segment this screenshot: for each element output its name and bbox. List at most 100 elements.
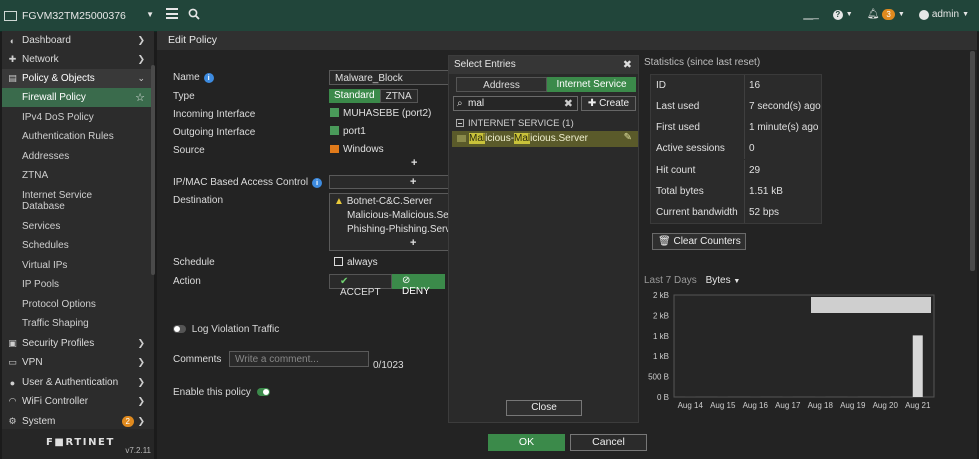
stat-row: Hit count 29 <box>651 160 821 181</box>
sidebar-item-label: Policy & Objects <box>22 73 95 84</box>
comments-input[interactable]: Write a comment... <box>229 351 369 367</box>
type-ztna-option[interactable]: ZTNA <box>379 89 418 103</box>
chart-bar <box>815 396 826 397</box>
chart-bar <box>912 335 923 397</box>
close-icon[interactable]: ✖ <box>623 58 632 71</box>
sidebar-item-schedules[interactable]: Schedules <box>2 236 154 255</box>
star-icon[interactable]: ☆ <box>135 91 145 104</box>
log-violation-toggle[interactable] <box>173 325 186 333</box>
sidebar-item-dashboard[interactable]: ◐ Dashboard ❯ <box>2 31 154 50</box>
outgoing-interface-value[interactable]: port1 <box>330 126 366 137</box>
help-menu[interactable]: ? ▼ <box>832 9 853 20</box>
y-tick-label: 1 kB <box>653 352 669 361</box>
select-entries-title: Select Entries <box>454 59 516 70</box>
statistics-title: Statistics (since last reset) <box>644 57 761 68</box>
sidebar-item-ip-pools[interactable]: IP Pools <box>2 275 154 294</box>
sidebar-item-protocol-options[interactable]: Protocol Options <box>2 295 154 314</box>
sidebar-item-wifi-controller[interactable]: ◠ WiFi Controller ❯ <box>2 392 154 411</box>
sidebar-scrollbar[interactable] <box>151 65 155 275</box>
sidebar-item-security-profiles[interactable]: ▣ Security Profiles ❯ <box>2 334 154 353</box>
info-icon[interactable]: i <box>312 178 323 188</box>
select-entries-header: Select Entries ✖ <box>449 56 638 74</box>
info-icon[interactable]: i <box>203 73 214 83</box>
stat-row: Active sessions 0 <box>651 138 821 159</box>
tab-internet-service[interactable]: Internet Service <box>547 77 636 92</box>
user-menu[interactable]: admin ▼ <box>918 9 969 20</box>
comments-counter: 0/1023 <box>373 360 404 371</box>
ipmac-field[interactable]: + <box>329 175 449 189</box>
schedule-value[interactable]: always <box>334 257 378 268</box>
entry-malicious-server[interactable]: Malicious-Malicious.Server ✎ <box>452 131 638 147</box>
chevron-down-icon: ▼ <box>733 278 741 285</box>
entries-search-input[interactable]: ⌕ mal ✖ <box>453 96 578 111</box>
edit-icon[interactable]: ✎ <box>624 132 632 143</box>
sidebar: ◐ Dashboard ❯ ✚ Network ❯ ▤ Policy & Obj… <box>2 31 155 459</box>
gear-icon: ⚙ <box>8 416 17 426</box>
chevron-down-icon: ▼ <box>897 11 905 18</box>
action-deny-option[interactable]: ⊘ DENY <box>392 274 445 297</box>
sidebar-item-label: VPN <box>22 357 43 368</box>
sidebar-item-user-authentication[interactable]: ● User & Authentication ❯ <box>2 373 154 392</box>
source-value[interactable]: Windows <box>330 144 384 155</box>
cancel-button[interactable]: Cancel <box>570 434 647 451</box>
destination-item[interactable]: ▲ Botnet-C&C.Server <box>334 196 432 207</box>
type-label: Type <box>173 91 195 102</box>
bytes-chart: 0 B 500 B 1 kB 1 kB 2 kB 2 kB Aug 14 Aug 15 Aug … <box>648 291 935 410</box>
sidebar-item-vpn[interactable]: ▭ VPN ❯ <box>2 353 154 372</box>
range-label: Last 7 Days <box>644 275 697 286</box>
clear-counters-button[interactable]: 🗑︎ Clear Counters <box>652 233 746 250</box>
user-name: admin <box>931 9 960 20</box>
system-badge: 2 <box>121 416 134 427</box>
close-button[interactable]: Close <box>506 400 582 416</box>
sidebar-item-ipv4-dos-policy[interactable]: IPv4 DoS Policy <box>2 108 154 127</box>
cli-console-icon[interactable]: ⎽_ <box>803 9 819 20</box>
user-icon <box>918 9 929 20</box>
destination-field: ▲ Botnet-C&C.Server Malicious-Malicious.… <box>329 193 449 251</box>
action-label: Action <box>173 276 201 287</box>
menu-icon[interactable] <box>166 8 178 19</box>
add-ipmac-button[interactable]: + <box>410 176 416 188</box>
main-scrollbar[interactable] <box>970 51 975 271</box>
sidebar-item-virtual-ips[interactable]: Virtual IPs <box>2 256 154 275</box>
sidebar-item-policy-objects[interactable]: ▤ Policy & Objects ⌄ <box>2 69 154 88</box>
ok-button[interactable]: OK <box>488 434 565 451</box>
chart-bar <box>717 396 728 397</box>
sidebar-item-ztna[interactable]: ZTNA <box>2 166 154 185</box>
search-icon[interactable] <box>188 8 200 20</box>
destination-item[interactable]: Malicious-Malicious.Server <box>347 210 448 221</box>
sidebar-item-traffic-shaping[interactable]: Traffic Shaping <box>2 314 154 333</box>
sidebar-item-authentication-rules[interactable]: Authentication Rules <box>2 127 154 146</box>
device-selector[interactable]: FGVM32TM25000376 ▼ <box>4 6 154 26</box>
sidebar-item-label: User & Authentication <box>22 377 119 388</box>
destination-item[interactable]: Phishing-Phishing.Server <box>347 224 448 235</box>
collapse-icon <box>456 119 464 127</box>
sidebar-item-addresses[interactable]: Addresses <box>2 147 154 166</box>
sidebar-item-services[interactable]: Services <box>2 217 154 236</box>
enable-policy-toggle[interactable] <box>256 388 270 396</box>
port-icon <box>330 108 339 117</box>
unit-dropdown[interactable]: Bytes ▼ <box>706 275 741 286</box>
action-accept-option[interactable]: ✔ ACCEPT <box>329 274 392 298</box>
incoming-interface-value[interactable]: MUHASEBE (port2) <box>330 108 431 119</box>
internet-service-group[interactable]: INTERNET SERVICE (1) <box>456 118 574 129</box>
clear-search-icon[interactable]: ✖ <box>564 97 573 110</box>
add-source-button[interactable]: + <box>411 157 417 169</box>
plus-icon: ✚ <box>587 98 597 109</box>
sidebar-item-label: ZTNA <box>22 170 49 181</box>
calendar-icon <box>334 257 343 266</box>
sidebar-item-internet-service-database[interactable]: Internet Service Database <box>2 186 112 216</box>
sidebar-item-firewall-policy[interactable]: Firewall Policy ☆ <box>2 88 154 107</box>
enable-policy-row[interactable]: Enable this policy <box>173 387 270 398</box>
chart-header: Last 7 Days Bytes ▼ <box>644 275 740 286</box>
type-standard-option[interactable]: Standard <box>329 89 380 103</box>
log-violation-toggle-row[interactable]: Log Violation Traffic <box>173 324 279 335</box>
stat-row: Last used 7 second(s) ago <box>651 96 821 117</box>
add-destination-button[interactable]: + <box>410 237 416 249</box>
dashboard-icon: ◐ <box>9 35 16 46</box>
name-input[interactable]: Malware_Block <box>329 70 449 85</box>
tab-address[interactable]: Address <box>456 77 547 92</box>
x-tick-label: Aug 17 <box>775 401 801 410</box>
sidebar-item-network[interactable]: ✚ Network ❯ <box>2 50 154 69</box>
create-button[interactable]: ✚ Create <box>581 96 636 111</box>
notifications-menu[interactable]: 🔔︎ 3 ▼ <box>867 9 905 20</box>
